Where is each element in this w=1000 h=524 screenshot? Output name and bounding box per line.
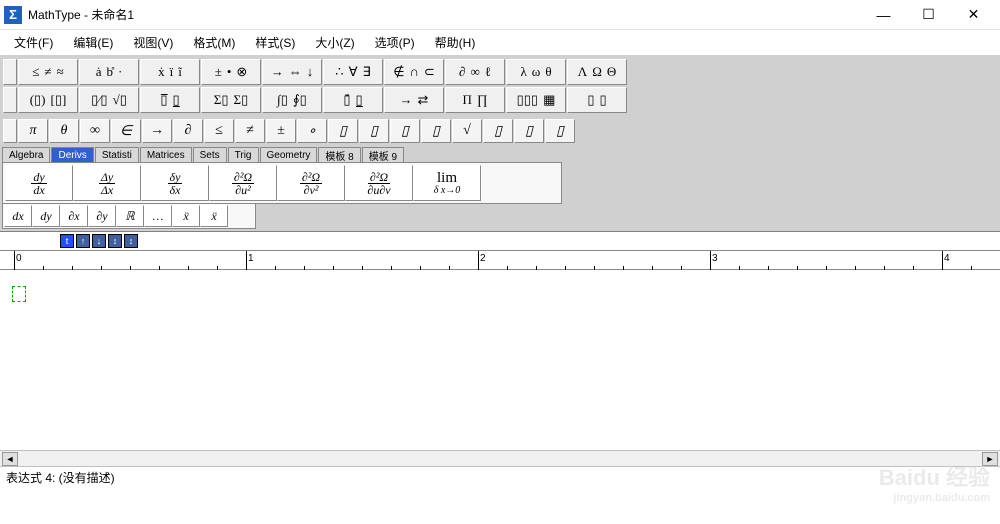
symbol-palette-1[interactable]: ȧb̊· bbox=[79, 59, 139, 85]
status-bar: 表达式 4: (没有描述) bbox=[0, 466, 1000, 484]
watermark: Baidu 经验 jingyan.baidu.com bbox=[879, 460, 990, 504]
equation-cursor bbox=[12, 286, 26, 302]
constant-15[interactable]: ▯ bbox=[483, 119, 513, 143]
deriv-sym-0[interactable]: dx bbox=[4, 205, 32, 227]
constant-5[interactable]: ∂ bbox=[173, 119, 203, 143]
constant-1[interactable]: θ bbox=[49, 119, 79, 143]
symbol-palette-9[interactable]: ▯▯ bbox=[567, 87, 627, 113]
constant-16[interactable]: ▯ bbox=[514, 119, 544, 143]
deriv-expr-1[interactable]: ΔyΔx bbox=[73, 165, 141, 201]
constant-10[interactable]: ▯ bbox=[328, 119, 358, 143]
tabstrip-icon-2[interactable]: ↓ bbox=[92, 234, 106, 248]
symbol-palette-8[interactable]: ▯▯▯▦ bbox=[506, 87, 566, 113]
symbol-palette-2[interactable]: ▯̅▯̲ bbox=[140, 87, 200, 113]
maximize-button[interactable]: ☐ bbox=[906, 1, 951, 29]
constant-3[interactable]: ∈ bbox=[111, 119, 141, 143]
tab-algebra[interactable]: Algebra bbox=[2, 147, 50, 162]
symbol-palette-2[interactable]: ẋïĩ bbox=[140, 59, 200, 85]
toolbar-handle[interactable] bbox=[3, 59, 17, 85]
tab-sets[interactable]: Sets bbox=[193, 147, 227, 162]
deriv-expr-3[interactable]: ∂²Ω∂u² bbox=[209, 165, 277, 201]
constant-13[interactable]: ▯ bbox=[421, 119, 451, 143]
deriv-sym-1[interactable]: dy bbox=[32, 205, 60, 227]
deriv-sym-7[interactable]: ẍ bbox=[200, 205, 228, 227]
constant-9[interactable]: ∘ bbox=[297, 119, 327, 143]
symbol-palette-0[interactable]: ≤≠≈ bbox=[18, 59, 78, 85]
menu-4[interactable]: 样式(S) bbox=[245, 31, 305, 54]
deriv-expr-2[interactable]: δyδx bbox=[141, 165, 209, 201]
tab-模板 8[interactable]: 模板 8 bbox=[318, 147, 360, 162]
deriv-expr-4[interactable]: ∂²Ω∂v² bbox=[277, 165, 345, 201]
constant-7[interactable]: ≠ bbox=[235, 119, 265, 143]
symbol-palette-0[interactable]: (▯)[▯] bbox=[18, 87, 78, 113]
ruler-mark-4: 4 bbox=[944, 253, 950, 264]
tabstrip-icon-1[interactable]: ↑ bbox=[76, 234, 90, 248]
symbol-palette-9[interactable]: ΛΩΘ bbox=[567, 59, 627, 85]
ruler-mark-3: 3 bbox=[712, 253, 718, 264]
symbol-palette-5[interactable]: ▯̄▯̲ bbox=[323, 87, 383, 113]
horizontal-scrollbar[interactable]: ◄ ► bbox=[0, 450, 1000, 466]
constant-11[interactable]: ▯ bbox=[359, 119, 389, 143]
constant-14[interactable]: √ bbox=[452, 119, 482, 143]
deriv-sym-3[interactable]: ∂y bbox=[88, 205, 116, 227]
tab-模板 9[interactable]: 模板 9 bbox=[362, 147, 404, 162]
deriv-sym-5[interactable]: … bbox=[144, 205, 172, 227]
tabstrip-icon-4[interactable]: ↕ bbox=[124, 234, 138, 248]
toolbar-area: ≤≠≈ȧb̊·ẋïĩ±•⊗→⇔↓∴∀∃∉∩⊂∂∞ℓλωθΛΩΘ (▯)[▯]▯⁄… bbox=[0, 56, 1000, 232]
symbol-palette-5[interactable]: ∴∀∃ bbox=[323, 59, 383, 85]
symbol-palette-3[interactable]: ±•⊗ bbox=[201, 59, 261, 85]
app-icon: Σ bbox=[4, 6, 22, 24]
tab-trig[interactable]: Trig bbox=[228, 147, 259, 162]
constant-17[interactable]: ▯ bbox=[545, 119, 575, 143]
constant-8[interactable]: ± bbox=[266, 119, 296, 143]
deriv-expr-5[interactable]: ∂²Ω∂u∂v bbox=[345, 165, 413, 201]
symbol-palette-6[interactable]: ∉∩⊂ bbox=[384, 59, 444, 85]
constant-2[interactable]: ∞ bbox=[80, 119, 110, 143]
deriv-sym-2[interactable]: ∂x bbox=[60, 205, 88, 227]
constant-12[interactable]: ▯ bbox=[390, 119, 420, 143]
toolbar-handle[interactable] bbox=[3, 87, 17, 113]
tab-derivs[interactable]: Derivs bbox=[51, 147, 93, 162]
ruler-mark-1: 1 bbox=[248, 253, 254, 264]
symbol-palette-4[interactable]: ∫▯∮▯ bbox=[262, 87, 322, 113]
window-title: MathType - 未命名1 bbox=[28, 6, 861, 23]
deriv-expr-6[interactable]: limδ x→0 bbox=[413, 165, 481, 201]
ruler-mark-2: 2 bbox=[480, 253, 486, 264]
deriv-sym-4[interactable]: ℝ bbox=[116, 205, 144, 227]
minimize-button[interactable]: — bbox=[861, 1, 906, 29]
tab-geometry[interactable]: Geometry bbox=[260, 147, 318, 162]
deriv-expr-0[interactable]: dydx bbox=[5, 165, 73, 201]
tabstrip-icon-0[interactable]: t bbox=[60, 234, 74, 248]
ruler[interactable]: 0 1 2 3 4 bbox=[0, 250, 1000, 270]
scroll-left-button[interactable]: ◄ bbox=[2, 452, 18, 466]
menu-5[interactable]: 大小(Z) bbox=[305, 31, 364, 54]
symbol-palette-7[interactable]: ∂∞ℓ bbox=[445, 59, 505, 85]
editor-area[interactable] bbox=[0, 270, 1000, 450]
tabstrip-icon-3[interactable]: ↕ bbox=[108, 234, 122, 248]
menu-1[interactable]: 编辑(E) bbox=[63, 31, 123, 54]
close-button[interactable]: ✕ bbox=[951, 1, 996, 29]
constant-0[interactable]: π bbox=[18, 119, 48, 143]
symbol-palette-7[interactable]: Π∏ bbox=[445, 87, 505, 113]
symbol-palette-3[interactable]: Σ▯Σ▯ bbox=[201, 87, 261, 113]
menu-0[interactable]: 文件(F) bbox=[4, 31, 63, 54]
ruler-mark-0: 0 bbox=[16, 253, 22, 264]
menu-3[interactable]: 格式(M) bbox=[183, 31, 245, 54]
tab-statisti[interactable]: Statisti bbox=[95, 147, 139, 162]
menu-7[interactable]: 帮助(H) bbox=[425, 31, 486, 54]
const-handle[interactable] bbox=[3, 119, 17, 143]
symbol-palette-1[interactable]: ▯⁄▯√▯ bbox=[79, 87, 139, 113]
constant-4[interactable]: → bbox=[142, 119, 172, 143]
symbol-palette-6[interactable]: →⇄ bbox=[384, 87, 444, 113]
tab-matrices[interactable]: Matrices bbox=[140, 147, 192, 162]
constant-6[interactable]: ≤ bbox=[204, 119, 234, 143]
menu-2[interactable]: 视图(V) bbox=[123, 31, 183, 54]
symbol-palette-4[interactable]: →⇔↓ bbox=[262, 59, 322, 85]
deriv-sym-6[interactable]: ẍ bbox=[172, 205, 200, 227]
menubar: 文件(F)编辑(E)视图(V)格式(M)样式(S)大小(Z)选项(P)帮助(H) bbox=[0, 30, 1000, 56]
menu-6[interactable]: 选项(P) bbox=[365, 31, 425, 54]
symbol-palette-8[interactable]: λωθ bbox=[506, 59, 566, 85]
